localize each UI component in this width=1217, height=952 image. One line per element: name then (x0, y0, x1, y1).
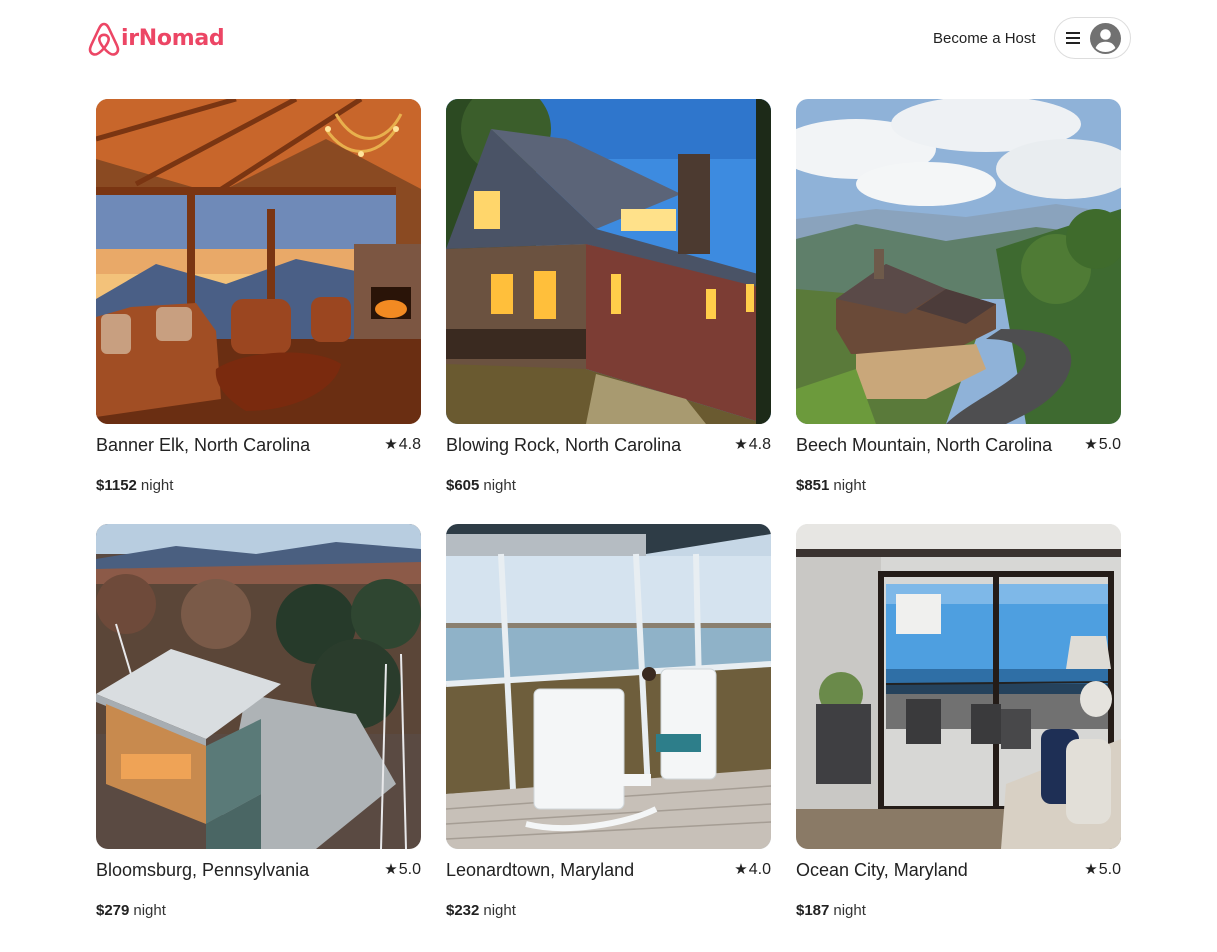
listing-photo[interactable] (796, 99, 1121, 424)
listing-rating: ★ 4.8 (384, 434, 421, 456)
user-avatar-icon (1090, 22, 1121, 54)
listing-photo[interactable] (96, 99, 421, 424)
listing-rating: ★ 5.0 (1084, 434, 1121, 456)
listing-rating: ★ 5.0 (384, 859, 421, 881)
star-icon: ★ (734, 436, 748, 453)
condo-living-room-ocean-view-image (796, 524, 1121, 849)
star-icon: ★ (384, 861, 398, 878)
brand-name: irNomad (121, 26, 225, 51)
listing-price-row: $187 night (796, 901, 866, 921)
listing-card[interactable]: Ocean City, Maryland ★ 5.0 $187 night (796, 524, 1121, 919)
brand-logo[interactable]: irNomad (87, 21, 225, 57)
listing-rating: ★ 4.0 (734, 859, 771, 881)
listing-price: $187 (796, 902, 830, 919)
listing-location: Blowing Rock, North Carolina (446, 435, 682, 455)
listing-price-row: $1152 night (96, 476, 173, 496)
mountain-lodge-interior-image (96, 99, 421, 424)
forest-treehouse-aerial-image (96, 524, 421, 849)
star-icon: ★ (1084, 436, 1098, 453)
listing-location: Leonardtown, Maryland (446, 860, 635, 880)
listing-price: $605 (446, 477, 480, 494)
mountain-house-aerial-image (796, 99, 1121, 424)
listing-card[interactable]: Banner Elk, North Carolina ★ 4.8 $1152 nig… (96, 99, 421, 494)
user-menu-button[interactable] (1054, 17, 1131, 59)
listing-rating: ★ 5.0 (1084, 859, 1121, 881)
listing-rating: ★ 4.8 (734, 434, 771, 456)
listing-card[interactable]: Leonardtown, Maryland ★ 4.0 $232 night (446, 524, 771, 919)
listing-card[interactable]: Beech Mountain, North Carolina ★ 5.0 $851… (796, 99, 1121, 494)
listing-location: Banner Elk, North Carolina (96, 435, 311, 455)
price-unit: night (833, 477, 866, 494)
rating-value: 5.0 (1098, 861, 1121, 878)
listing-price: $1152 (96, 477, 137, 494)
listing-location: Beech Mountain, North Carolina (796, 435, 1053, 455)
listing-price: $279 (96, 902, 130, 919)
rating-value: 4.8 (748, 436, 771, 453)
listing-price: $851 (796, 477, 830, 494)
price-unit: night (833, 902, 866, 919)
star-icon: ★ (1084, 861, 1098, 878)
screened-porch-water-view-image (446, 524, 771, 849)
listing-location: Bloomsburg, Pennsylvania (96, 860, 310, 880)
hamburger-icon (1066, 32, 1080, 44)
price-unit: night (483, 477, 516, 494)
star-icon: ★ (734, 861, 748, 878)
stone-cabin-exterior-image (446, 99, 771, 424)
listing-price-row: $232 night (446, 901, 516, 921)
price-unit: night (483, 902, 516, 919)
become-a-host-link[interactable]: Become a Host (933, 28, 1036, 50)
listing-photo[interactable] (96, 524, 421, 849)
listing-price-row: $851 night (796, 476, 866, 496)
rating-value: 4.8 (398, 436, 421, 453)
airbnb-logo-icon (88, 22, 120, 56)
rating-value: 4.0 (748, 861, 771, 878)
rating-value: 5.0 (398, 861, 421, 878)
listing-photo[interactable] (796, 524, 1121, 849)
star-icon: ★ (384, 436, 398, 453)
price-unit: night (140, 477, 174, 494)
listing-price: $232 (446, 902, 480, 919)
listing-price-row: $605 night (446, 476, 516, 496)
listing-photo[interactable] (446, 524, 771, 849)
listing-photo[interactable] (446, 99, 771, 424)
listing-location: Ocean City, Maryland (796, 860, 968, 880)
listing-price-row: $279 night (96, 901, 166, 921)
listing-card[interactable]: Blowing Rock, North Carolina ★ 4.8 $605 ni… (446, 99, 771, 494)
price-unit: night (133, 902, 166, 919)
rating-value: 5.0 (1098, 436, 1121, 453)
listing-card[interactable]: Bloomsburg, Pennsylvania ★ 5.0 $279 night (96, 524, 421, 919)
